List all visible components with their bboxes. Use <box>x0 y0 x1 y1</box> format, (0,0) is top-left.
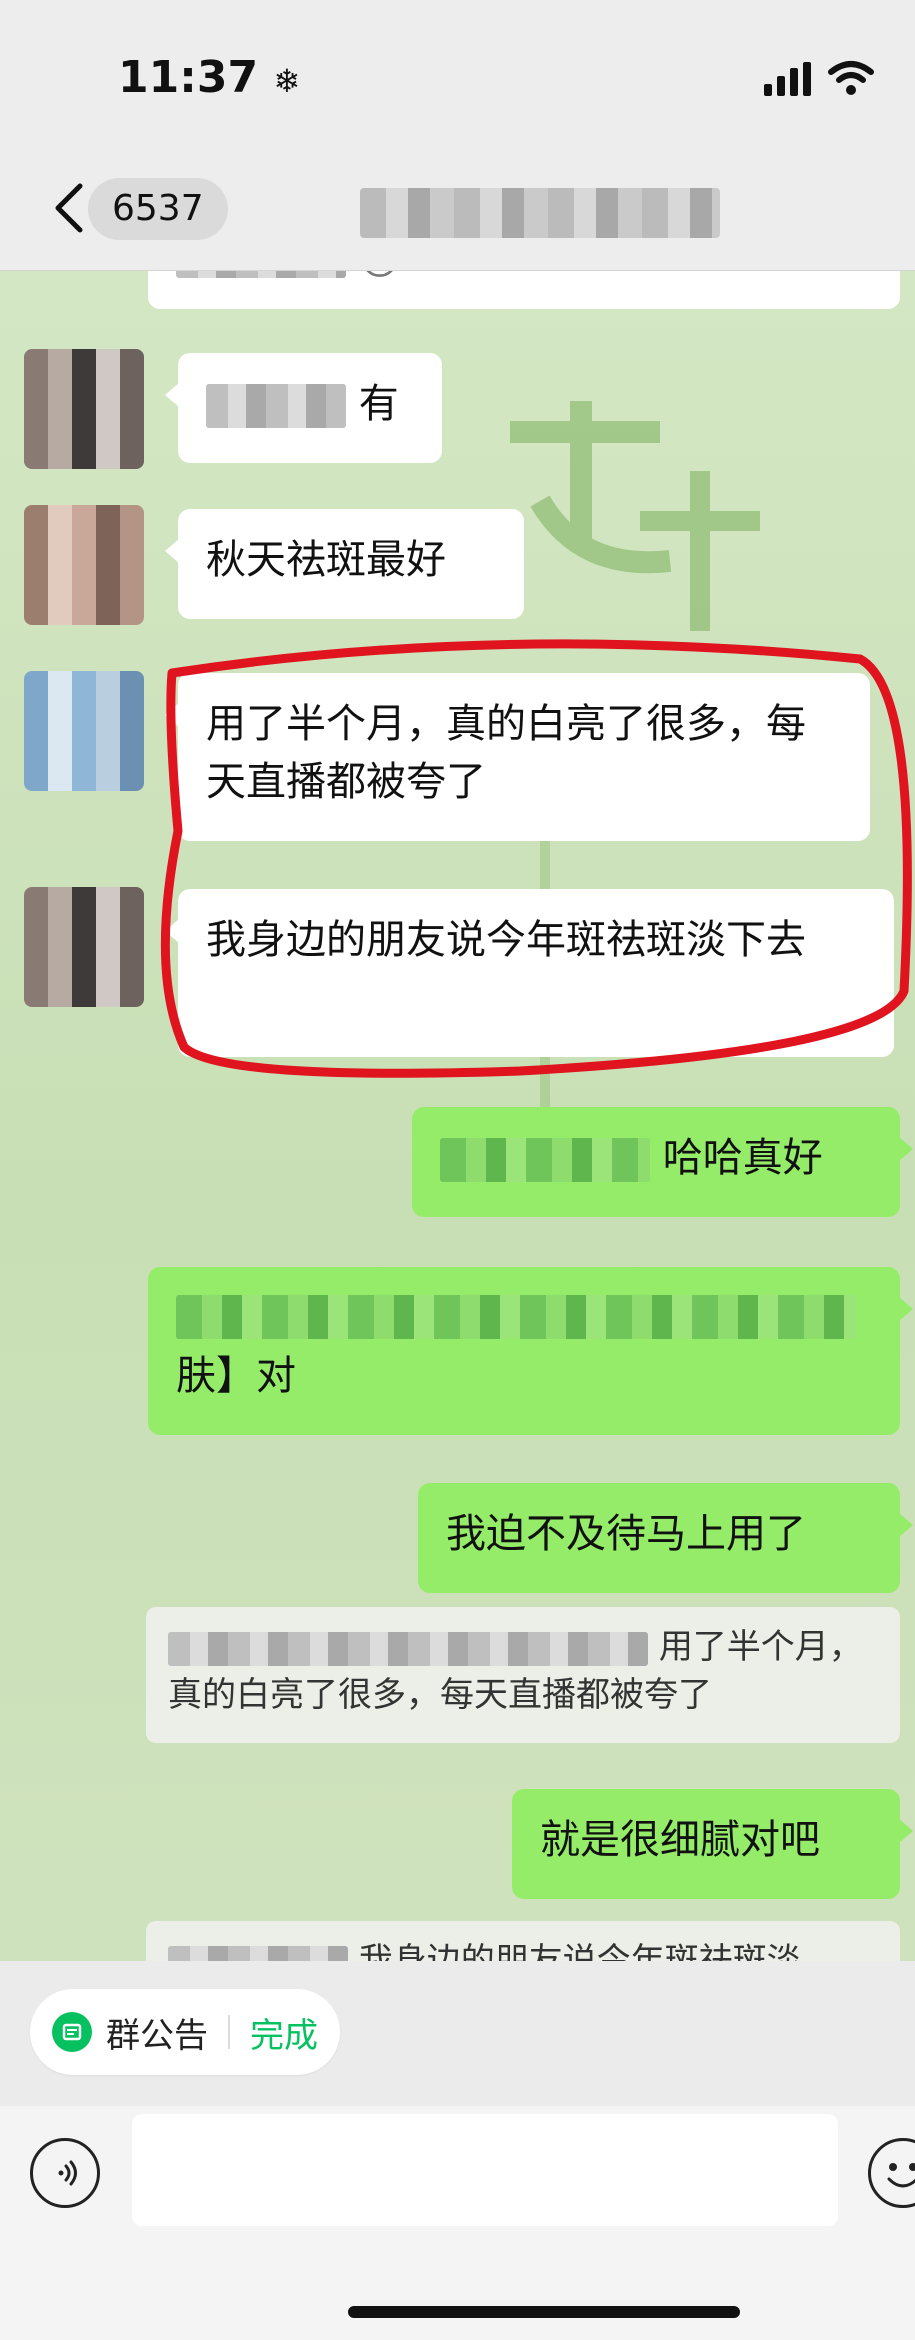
divider <box>228 2015 230 2049</box>
avatar[interactable] <box>24 505 144 625</box>
emoji-icon[interactable] <box>868 2138 915 2208</box>
announcement-label: 群公告 <box>106 2015 208 2056</box>
message-text: 秋天祛斑最好 <box>206 537 446 583</box>
message-text: 就是很细腻对吧 <box>540 1817 820 1863</box>
partial-message-bubble[interactable]: 😉 <box>148 271 900 309</box>
unread-count-badge[interactable]: 6537 <box>88 178 228 240</box>
message-text: 肤】对 <box>176 1353 296 1399</box>
message-bubble-outgoing[interactable]: 哈哈真好 <box>412 1107 913 1217</box>
redacted-text <box>168 1631 648 1666</box>
message-bubble-incoming[interactable]: 我身边的朋友说今年斑祛斑淡下去 <box>165 889 894 1057</box>
message-text: 我迫不及待马上用了 <box>446 1511 806 1557</box>
quoted-message[interactable]: 用了半个月，真的白亮了很多，每天直播都被夸了 <box>146 1607 900 1743</box>
announcement-bar: 群公告 完成 <box>0 1961 915 2106</box>
status-time: 11:37 ❄ <box>118 52 300 103</box>
message-bubble-outgoing[interactable]: 就是很细腻对吧 <box>512 1789 913 1899</box>
message-text: 有 <box>358 381 399 427</box>
cellular-signal-icon <box>764 62 811 96</box>
announcement-icon <box>52 2012 92 2052</box>
clock-text: 11:37 <box>118 52 259 103</box>
redacted-text <box>176 271 346 278</box>
message-text: 用了半个月，真的白亮了很多，每天直播都被夸了 <box>206 701 806 805</box>
avatar[interactable] <box>24 671 144 791</box>
chat-area[interactable]: 😉 有 秋天祛斑最好 用了半个月，真的白亮了很多，每天直播都被夸了 我身边的朋友… <box>0 271 915 1961</box>
wink-emoji: 😉 <box>359 271 401 284</box>
avatar[interactable] <box>24 349 144 469</box>
message-bubble-incoming[interactable]: 有 <box>165 353 442 463</box>
message-bubble-outgoing[interactable]: 肤】对 <box>148 1267 913 1435</box>
status-bar: 11:37 ❄ <box>0 0 915 150</box>
message-input[interactable] <box>132 2114 838 2226</box>
message-text: 哈哈真好 <box>662 1135 823 1181</box>
message-text: 我身边的朋友说今年斑祛斑淡下去 <box>206 917 806 963</box>
message-bubble-incoming[interactable]: 秋天祛斑最好 <box>165 509 524 619</box>
redacted-text <box>168 1945 348 1961</box>
system-icons <box>764 60 875 96</box>
chat-title-redacted <box>360 188 720 238</box>
message-bubble-incoming[interactable]: 用了半个月，真的白亮了很多，每天直播都被夸了 <box>165 673 870 841</box>
redacted-text <box>440 1138 650 1182</box>
voice-icon[interactable] <box>30 2138 100 2208</box>
home-indicator[interactable] <box>348 2306 740 2318</box>
quoted-message[interactable]: 我身边的朋友说今年斑祛斑淡 <box>146 1921 900 1961</box>
chat-header: 6537 <box>0 150 915 271</box>
redacted-text <box>176 1295 856 1339</box>
done-button[interactable]: 完成 <box>250 2008 318 2057</box>
input-bar <box>0 2106 915 2340</box>
redacted-text <box>206 384 346 428</box>
announcement-pill[interactable]: 群公告 完成 <box>30 1989 340 2075</box>
quoted-text: 我身边的朋友说今年斑祛斑淡 <box>358 1941 801 1961</box>
avatar[interactable] <box>24 887 144 1007</box>
message-bubble-outgoing[interactable]: 我迫不及待马上用了 <box>418 1483 913 1593</box>
snowflake-icon: ❄ <box>273 62 301 100</box>
wifi-icon <box>828 61 874 95</box>
